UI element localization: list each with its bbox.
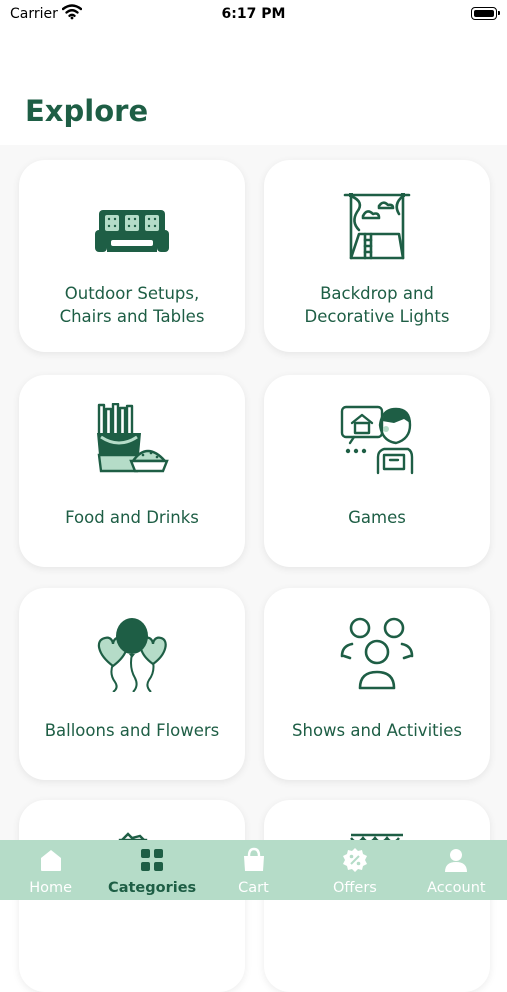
category-card-games[interactable]: Games (264, 375, 490, 567)
people-group-icon (264, 616, 490, 690)
category-label: Games (348, 508, 406, 527)
food-drinks-icon (19, 403, 245, 475)
balloons-icon (19, 616, 245, 692)
category-card-food-drinks[interactable]: Food and Drinks (19, 375, 245, 567)
tab-categories[interactable]: Categories (101, 840, 202, 900)
tab-label: Offers (333, 880, 377, 896)
games-icon (264, 403, 490, 475)
category-label: Shows and Activities (292, 721, 462, 740)
offer-badge-icon (342, 848, 367, 872)
tab-bar: Home Categories Cart Offers Account (0, 840, 507, 900)
category-label: Balloons and Flowers (44, 721, 220, 740)
tab-label: Home (29, 880, 73, 896)
tab-home[interactable]: Home (0, 840, 101, 900)
tab-label: Cart (238, 880, 269, 896)
category-card-outdoor-setups[interactable]: Outdoor Setups, Chairs and Tables (19, 160, 245, 352)
category-label: Backdrop and Decorative Lights (304, 284, 450, 326)
status-bar: Carrier 6:17 PM (0, 0, 507, 30)
category-label: Food and Drinks (65, 508, 199, 527)
tab-cart[interactable]: Cart (203, 840, 304, 900)
page-title: Explore (25, 94, 149, 128)
backdrop-icon (264, 190, 490, 262)
sofa-icon (19, 206, 245, 254)
bag-icon (243, 847, 264, 871)
home-icon (40, 850, 61, 871)
tab-label: Categories (108, 880, 197, 896)
tab-account[interactable]: Account (406, 840, 507, 900)
tab-offers[interactable]: Offers (304, 840, 405, 900)
grid-icon (141, 849, 164, 871)
tab-label: Account (427, 880, 486, 896)
status-time: 6:17 PM (221, 6, 286, 22)
category-card-balloons-flowers[interactable]: Balloons and Flowers (19, 588, 245, 780)
battery-icon (471, 7, 500, 20)
category-card-backdrop-lights[interactable]: Backdrop and Decorative Lights (264, 160, 490, 352)
category-card-shows-activities[interactable]: Shows and Activities (264, 588, 490, 780)
person-icon (445, 849, 468, 872)
category-label: Outdoor Setups, Chairs and Tables (59, 284, 205, 326)
